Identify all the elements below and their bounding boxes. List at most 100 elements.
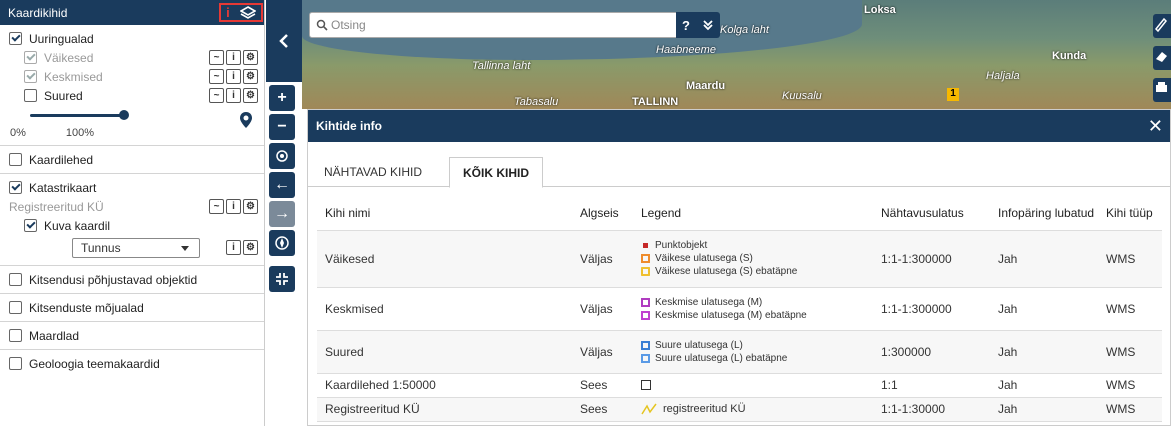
cell-legend: Suure ulatusega (L) Suure ulatusega (L) … — [633, 330, 873, 374]
layer-checkbox[interactable] — [24, 89, 37, 102]
layer-item[interactable]: Katastrikaart — [0, 178, 264, 197]
cell-range: 1:300000 — [873, 330, 990, 374]
info-icon[interactable]: i — [226, 88, 241, 103]
column-header: Kihi tüüp — [1098, 197, 1162, 231]
printer-icon — [1156, 82, 1167, 92]
legend-label: Punktobjekt — [655, 240, 708, 251]
search-input[interactable]: Otsing — [309, 12, 719, 38]
layer-item[interactable]: Maardlad — [0, 326, 264, 345]
layer-item[interactable]: Uuringualad — [0, 29, 264, 48]
arrow-left-icon: ← — [274, 176, 290, 193]
cell-type: WMS — [1098, 397, 1162, 422]
layer-item[interactable]: Kitsenduste mõjualad — [0, 298, 264, 317]
cell-type: WMS — [1098, 330, 1162, 374]
layer-checkbox[interactable] — [9, 329, 22, 342]
cell-type: WMS — [1098, 230, 1162, 288]
legend-icon[interactable]: ~ — [209, 69, 224, 84]
layer-item[interactable]: Väikesed ~ i ⚙ — [0, 48, 264, 67]
dashed-square-symbol — [641, 310, 650, 320]
slider-track[interactable] — [30, 114, 123, 117]
map-label: Tallinna laht — [472, 60, 531, 72]
tab-visible-layers[interactable]: NÄHTAVAD KIHID — [318, 157, 428, 187]
search-actions: ? — [676, 12, 720, 38]
info-icon[interactable]: i — [226, 69, 241, 84]
location-pin-icon[interactable] — [238, 111, 254, 129]
layer-group-geoloogia: Geoloogia teemakaardid — [0, 350, 264, 377]
chevron-down-icon — [181, 246, 189, 251]
legend-label: Keskmise ulatusega (M) — [655, 296, 763, 308]
eraser-tool-button[interactable] — [1153, 46, 1171, 70]
layer-checkbox[interactable] — [9, 273, 22, 286]
layer-checkbox[interactable] — [24, 51, 37, 64]
layer-item[interactable]: Keskmised ~ i ⚙ — [0, 67, 264, 86]
layers-icon — [239, 5, 256, 19]
info-icon[interactable]: i — [226, 199, 241, 214]
cell-state: Väljas — [572, 230, 633, 288]
layer-item[interactable]: Kaardilehed — [0, 150, 264, 169]
gear-icon[interactable]: ⚙ — [243, 240, 258, 255]
double-chevron-down-icon[interactable] — [702, 19, 714, 31]
slider-handle[interactable] — [119, 110, 129, 120]
gear-icon[interactable]: ⚙ — [243, 88, 258, 103]
gear-icon[interactable]: ⚙ — [243, 199, 258, 214]
layer-info-button[interactable]: i — [219, 3, 263, 22]
fullscreen-exit-button[interactable] — [269, 266, 295, 292]
square-symbol — [641, 297, 650, 307]
layer-item[interactable]: Suured ~ i ⚙ — [0, 86, 264, 105]
show-on-map-label: Kuva kaardil — [44, 218, 111, 233]
info-icon[interactable]: i — [226, 240, 241, 255]
layer-checkbox[interactable] — [9, 153, 22, 166]
legend-icon[interactable]: ~ — [209, 199, 224, 214]
pencil-icon — [1154, 17, 1168, 33]
cell-state: Sees — [572, 397, 633, 422]
cell-query: Jah — [990, 373, 1098, 398]
layer-panel-title: Kaardikihid — [8, 5, 68, 20]
layer-checkbox[interactable] — [9, 32, 22, 45]
pencil-tool-button[interactable] — [1153, 14, 1171, 38]
layer-label: Kitsenduste mõjualad — [29, 300, 144, 315]
layer-checkbox[interactable] — [9, 301, 22, 314]
opacity-slider[interactable] — [0, 105, 264, 127]
help-button[interactable]: ? — [682, 18, 690, 33]
layer-item[interactable]: Geoloogia teemakaardid — [0, 354, 264, 373]
attribute-select-value: Tunnus — [81, 241, 121, 255]
close-icon[interactable]: ✕ — [1148, 116, 1163, 137]
cell-state: Väljas — [572, 287, 633, 331]
route-marker: 1 — [947, 88, 959, 101]
cell-layer-name: Kaardilehed 1:50000 — [317, 373, 572, 398]
back-button[interactable]: ← — [269, 172, 295, 198]
zoom-out-button[interactable]: − — [269, 114, 295, 140]
chevron-left-icon — [279, 34, 288, 48]
cell-range: 1:1 — [873, 373, 990, 398]
table-row: Suured Väljas Suure ulatusega (L) Suure … — [317, 330, 1162, 374]
show-on-map-checkbox[interactable] — [24, 219, 37, 232]
collapse-panel-button[interactable] — [266, 0, 302, 82]
layer-label: Suured — [44, 88, 83, 103]
collapse-icon — [276, 273, 288, 285]
layer-label: Uuringualad — [29, 31, 94, 46]
layer-item[interactable]: Kitsendusi põhjustavad objektid — [0, 270, 264, 289]
legend-icon[interactable]: ~ — [209, 50, 224, 65]
gear-icon[interactable]: ⚙ — [243, 69, 258, 84]
show-on-map-item[interactable]: Kuva kaardil — [0, 216, 264, 235]
compass-button[interactable] — [269, 230, 295, 256]
map-label: Kolga laht — [720, 24, 769, 36]
info-icon[interactable]: i — [226, 50, 241, 65]
print-tool-button[interactable] — [1153, 78, 1171, 102]
info-icon: i — [226, 5, 230, 20]
attribute-select[interactable]: Tunnus — [72, 238, 200, 258]
tab-all-layers[interactable]: KÕIK KIHID — [449, 157, 543, 188]
legend-label: Suure ulatusega (L) ebatäpne — [655, 352, 788, 364]
cell-legend: Punktobjekt Väikese ulatusega (S) Väikes… — [633, 230, 873, 288]
forward-button[interactable]: → — [269, 201, 295, 227]
layer-checkbox[interactable] — [9, 181, 22, 194]
locate-button[interactable] — [269, 143, 295, 169]
zoom-in-button[interactable]: + — [269, 85, 295, 111]
square-symbol — [641, 340, 650, 350]
layer-sublabel-row: Registreeritud KÜ ~ i ⚙ — [0, 197, 264, 216]
layer-checkbox[interactable] — [24, 70, 37, 83]
point-symbol — [643, 243, 648, 248]
layer-checkbox[interactable] — [9, 357, 22, 370]
gear-icon[interactable]: ⚙ — [243, 50, 258, 65]
legend-icon[interactable]: ~ — [209, 88, 224, 103]
